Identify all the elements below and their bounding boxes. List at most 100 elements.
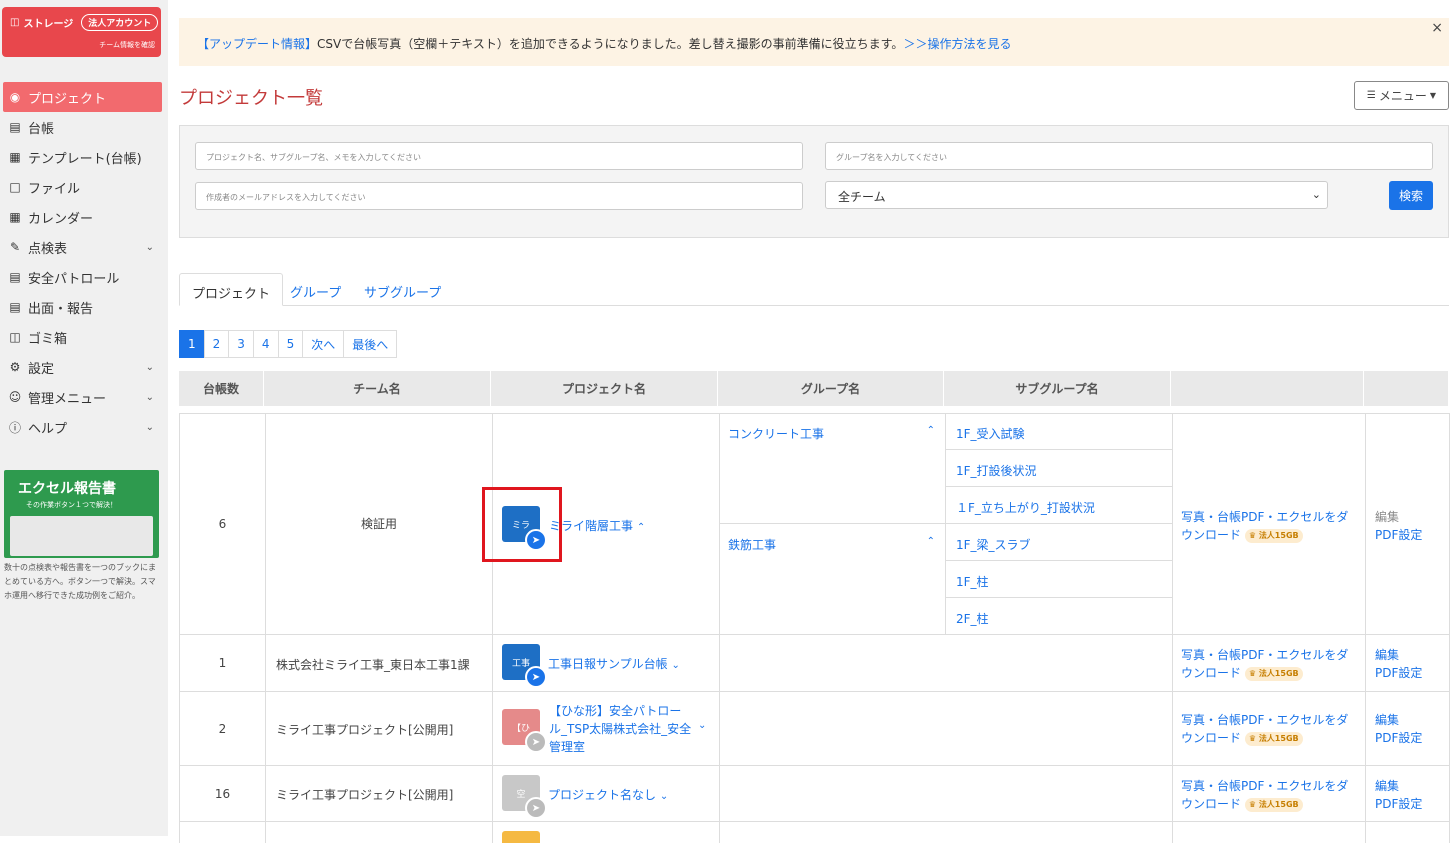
download-link[interactable]: 写真・台帳PDF・エクセルをダ ウンロード ♛ 法人15GB bbox=[1181, 711, 1348, 747]
group-search-input[interactable]: グループ名を入力してください bbox=[825, 142, 1433, 170]
pdf-settings-link[interactable]: PDF設定 bbox=[1375, 795, 1422, 813]
promo-title: エクセル報告書 bbox=[18, 481, 116, 497]
download-link[interactable]: 写真・台帳PDF・エクセルをダ ウンロード ♛ 法人15GB bbox=[1181, 777, 1348, 813]
next-page[interactable]: 次へ bbox=[302, 330, 345, 358]
sidebar-item-trash[interactable]: ◫ ゴミ箱 bbox=[0, 322, 168, 352]
download-text: 写真・台帳PDF・エクセルをダ bbox=[1181, 713, 1349, 727]
team-info-link[interactable]: チーム情報を確認 bbox=[99, 40, 155, 50]
subgroup-name[interactable]: 1F_梁_スラブ bbox=[956, 536, 1031, 553]
database-icon: ◫ bbox=[10, 17, 20, 28]
page-5[interactable]: 5 bbox=[277, 330, 304, 358]
row3-project-link[interactable]: 【ひな形】安全パトロー ル_TSP太陽株式会社_安全 管理室 bbox=[549, 702, 691, 756]
excel-report-promo[interactable]: エクセル報告書 その作業ボタン１つで解決！ bbox=[4, 470, 159, 558]
pdf-settings-link[interactable]: PDF設定 bbox=[1375, 664, 1422, 682]
subgroup-name[interactable]: 1F_打設後状況 bbox=[956, 462, 1037, 479]
subgroup-name[interactable]: 1F_柱 bbox=[956, 573, 989, 590]
ledger-icon: ▤ bbox=[9, 120, 21, 134]
last-page[interactable]: 最後へ bbox=[343, 330, 398, 358]
subgroup-item[interactable]: 1F_打設後状況 bbox=[945, 450, 1172, 487]
sidebar-item-project[interactable]: ◉ プロジェクト bbox=[3, 82, 162, 112]
subgroup-item[interactable]: 2F_柱 bbox=[945, 598, 1172, 635]
group-name[interactable]: 鉄筋工事 bbox=[728, 536, 776, 553]
tab-project[interactable]: プロジェクト bbox=[179, 273, 284, 306]
chevron-down-icon: ⌄ bbox=[1311, 188, 1321, 201]
sidebar-item-template[interactable]: ▦ テンプレート(台帳) bbox=[0, 142, 168, 172]
chevron-up-icon[interactable]: ⌃ bbox=[927, 536, 935, 547]
crown-badge: ♛ 法人15GB bbox=[1244, 666, 1303, 681]
pin-icon[interactable]: ➤ bbox=[525, 797, 547, 819]
menu-button[interactable]: ☰ メニュー ▼ bbox=[1354, 81, 1449, 110]
sidebar-item-settings[interactable]: ⚙ 設定 ⌄ bbox=[0, 352, 168, 382]
group-name[interactable]: コンクリート工事 bbox=[728, 425, 824, 442]
sidebar-item-ledger[interactable]: ▤ 台帳 bbox=[0, 112, 168, 142]
download-link[interactable]: 写真・台帳PDF・エクセルをダ ウンロード ♛ 法人15GB bbox=[1181, 508, 1348, 544]
sidebar-item-calendar[interactable]: ▦ カレンダー bbox=[0, 202, 168, 232]
banner-tag[interactable]: 【アップデート情報】 bbox=[197, 37, 317, 51]
page-4[interactable]: 4 bbox=[252, 330, 279, 358]
sidebar-item-label: 設定 bbox=[28, 361, 55, 377]
row4-project-cell: 空 ➤ プロジェクト名なし ⌄ bbox=[492, 766, 719, 822]
pin-icon[interactable]: ➤ bbox=[525, 731, 547, 753]
sidebar-item-label: ゴミ箱 bbox=[28, 331, 68, 347]
project-search-input[interactable]: プロジェクト名、サブグループ名、メモを入力してください bbox=[195, 142, 803, 170]
project-name: プロジェクト名なし bbox=[548, 788, 657, 802]
subgroup-name[interactable]: １F_立ち上がり_打設状況 bbox=[956, 499, 1095, 516]
row1-group-2[interactable]: 鉄筋工事 ⌃ bbox=[719, 524, 945, 635]
chevron-down-icon: ⌄ bbox=[145, 421, 154, 433]
edit-link[interactable]: 編集 bbox=[1375, 777, 1399, 795]
promo-description: 数十の点検表や報告書を一つのブックにまとめている方へ。ボタン一つで解決。スマホ運… bbox=[4, 563, 156, 600]
chevron-down-icon: ⌄ bbox=[659, 791, 669, 802]
sidebar-item-checklist[interactable]: ✎ 点検表 ⌄ bbox=[0, 232, 168, 262]
help-icon: ⓘ bbox=[8, 420, 21, 435]
page-3[interactable]: 3 bbox=[228, 330, 254, 358]
sidebar-item-report[interactable]: ▤ 出面・報告 bbox=[0, 292, 168, 322]
subgroup-item[interactable]: １F_立ち上がり_打設状況 bbox=[945, 487, 1172, 524]
page-1[interactable]: 1 bbox=[179, 330, 205, 358]
close-icon[interactable]: × bbox=[1431, 20, 1443, 36]
sidebar-item-admin[interactable]: ☺ 管理メニュー ⌄ bbox=[0, 382, 168, 412]
table-header: 台帳数 チーム名 プロジェクト名 グループ名 サブグループ名 bbox=[179, 371, 1449, 406]
row1-group-1[interactable]: コンクリート工事 ⌃ bbox=[719, 413, 945, 524]
gear-icon: ⚙ bbox=[9, 360, 21, 374]
tab-subgroup[interactable]: サブグループ bbox=[352, 273, 453, 306]
row1-project-link[interactable]: ミライ階層工事 ⌃ bbox=[549, 517, 645, 534]
row5-team bbox=[265, 822, 492, 843]
subgroup-item[interactable]: 1F_柱 bbox=[945, 561, 1172, 598]
crown-badge: ♛ 法人15GB bbox=[1244, 797, 1303, 812]
subgroup-item[interactable]: 1F_受入試験 bbox=[945, 413, 1172, 450]
team-select[interactable]: 全チーム ⌄ bbox=[825, 181, 1328, 209]
project-thumbnail[interactable] bbox=[502, 831, 540, 843]
download-link[interactable]: 写真・台帳PDF・エクセルをダ ウンロード ♛ 法人15GB bbox=[1181, 646, 1348, 682]
col-count: 台帳数 bbox=[179, 371, 264, 406]
row2-project-link[interactable]: 工事日報サンプル台帳 ⌄ bbox=[548, 655, 680, 672]
pdf-settings-link[interactable]: PDF設定 bbox=[1375, 729, 1422, 747]
team-select-value: 全チーム bbox=[838, 190, 886, 204]
project-name: 工事日報サンプル台帳 bbox=[548, 657, 668, 671]
download-text: ウンロード bbox=[1181, 731, 1242, 745]
chevron-up-icon[interactable]: ⌃ bbox=[927, 425, 935, 436]
edit-link[interactable]: 編集 bbox=[1375, 711, 1399, 729]
chevron-down-icon[interactable]: ⌄ bbox=[698, 720, 706, 731]
tab-group[interactable]: グループ bbox=[278, 273, 353, 306]
subgroup-name[interactable]: 1F_受入試験 bbox=[956, 425, 1025, 442]
pdf-settings-link[interactable]: PDF設定 bbox=[1375, 526, 1422, 544]
edit-link[interactable]: 編集 bbox=[1375, 646, 1399, 664]
pin-icon[interactable]: ➤ bbox=[525, 666, 547, 688]
storage-card[interactable]: ◫ ストレージ 法人アカウント チーム情報を確認 bbox=[2, 7, 161, 57]
sidebar-item-file[interactable]: □ ファイル bbox=[0, 172, 168, 202]
row4-count: 16 bbox=[179, 766, 265, 822]
row4-project-link[interactable]: プロジェクト名なし ⌄ bbox=[548, 786, 668, 803]
page-2[interactable]: 2 bbox=[203, 330, 230, 358]
email-search-input[interactable]: 作成者のメールアドレスを入力してください bbox=[195, 182, 803, 210]
subgroup-name[interactable]: 2F_柱 bbox=[956, 610, 989, 627]
search-button[interactable]: 検索 bbox=[1389, 181, 1433, 210]
file-icon: □ bbox=[9, 180, 21, 194]
sidebar-item-help[interactable]: ⓘ ヘルプ ⌄ bbox=[0, 412, 168, 442]
sidebar-item-patrol[interactable]: ▤ 安全パトロール bbox=[0, 262, 168, 292]
promo-subtitle: その作業ボタン１つで解決！ bbox=[26, 501, 117, 509]
subgroup-item[interactable]: 1F_梁_スラブ bbox=[945, 524, 1172, 561]
banner-link[interactable]: ＞＞操作方法を見る bbox=[903, 37, 1011, 51]
chevron-down-icon: ⌄ bbox=[671, 660, 680, 671]
edit-label[interactable]: 編集 bbox=[1375, 508, 1399, 526]
sidebar-item-label: カレンダー bbox=[28, 211, 94, 227]
